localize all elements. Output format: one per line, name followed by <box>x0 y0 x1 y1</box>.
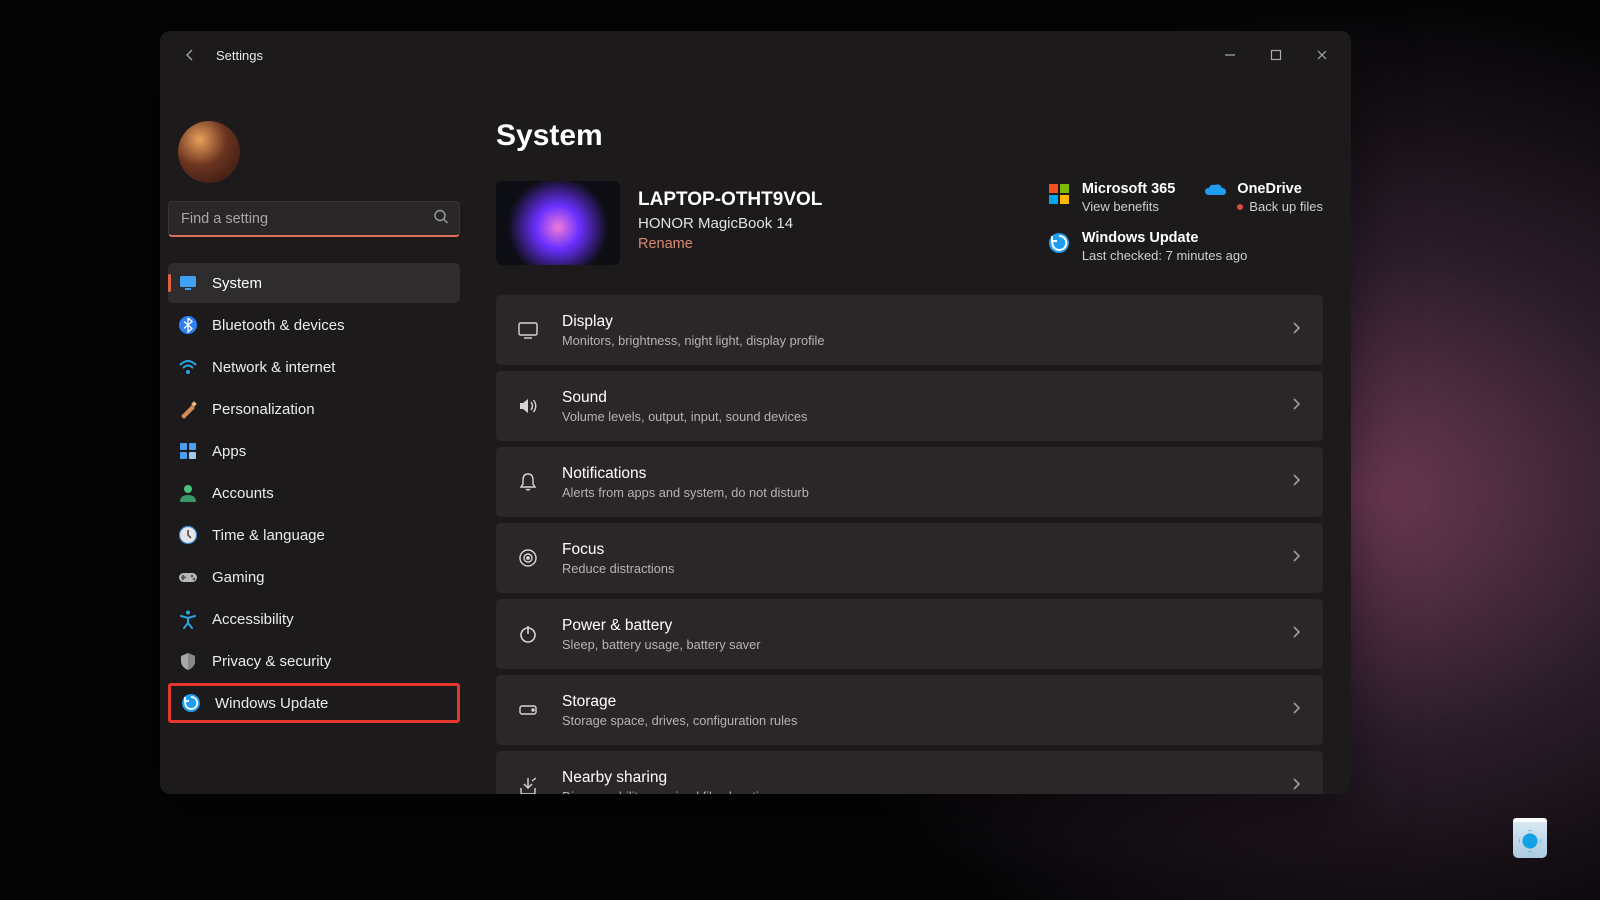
power-icon <box>516 622 540 646</box>
sidebar-item-bluetooth[interactable]: Bluetooth & devices <box>168 305 460 345</box>
sidebar-item-label: Privacy & security <box>212 653 331 670</box>
page-title: System <box>496 119 1323 153</box>
sidebar-item-label: Network & internet <box>212 359 335 376</box>
update-icon <box>181 693 201 713</box>
network-icon <box>178 357 198 377</box>
setting-row-storage[interactable]: StorageStorage space, drives, configurat… <box>496 675 1323 745</box>
microsoft-365-link[interactable]: Microsoft 365 View benefits <box>1048 181 1175 214</box>
chevron-right-icon <box>1289 701 1303 720</box>
search-box[interactable] <box>168 201 460 237</box>
settings-window: Settings System Bluetooth & devices Networ… <box>160 31 1351 794</box>
chevron-right-icon <box>1289 625 1303 644</box>
maximize-button[interactable] <box>1253 39 1299 71</box>
sidebar-item-privacy[interactable]: Privacy & security <box>168 641 460 681</box>
chevron-right-icon <box>1289 321 1303 340</box>
nav-list: System Bluetooth & devices Network & inter… <box>168 263 460 725</box>
warning-dot-icon <box>1237 204 1243 210</box>
title-bar: Settings <box>160 31 1351 79</box>
sidebar-item-label: Accessibility <box>212 611 294 628</box>
sound-icon <box>516 394 540 418</box>
bluetooth-icon <box>178 315 198 335</box>
microsoft-365-icon <box>1048 183 1070 205</box>
setting-row-nearby[interactable]: Nearby sharingDiscoverability, received … <box>496 751 1323 794</box>
setting-row-power[interactable]: Power & batterySleep, battery usage, bat… <box>496 599 1323 669</box>
time-icon <box>178 525 198 545</box>
sidebar-item-label: Windows Update <box>215 695 328 712</box>
search-icon <box>433 208 449 229</box>
back-button[interactable] <box>178 43 202 67</box>
sidebar-item-update[interactable]: Windows Update <box>168 683 460 723</box>
user-avatar[interactable] <box>178 121 240 183</box>
device-summary: LAPTOP-OTHT9VOL HONOR MagicBook 14 Renam… <box>496 181 1323 265</box>
privacy-icon <box>178 651 198 671</box>
personalization-icon <box>178 399 198 419</box>
sidebar-item-network[interactable]: Network & internet <box>168 347 460 387</box>
sidebar-item-label: Personalization <box>212 401 315 418</box>
windows-update-icon <box>1048 232 1070 254</box>
app-title: Settings <box>216 48 263 63</box>
setting-row-notifications[interactable]: NotificationsAlerts from apps and system… <box>496 447 1323 517</box>
setting-row-sound[interactable]: SoundVolume levels, output, input, sound… <box>496 371 1323 441</box>
onedrive-icon <box>1203 183 1225 205</box>
sidebar-item-gaming[interactable]: Gaming <box>168 557 460 597</box>
device-model: HONOR MagicBook 14 <box>638 215 898 232</box>
chevron-right-icon <box>1289 549 1303 568</box>
accounts-icon <box>178 483 198 503</box>
sidebar-item-accessibility[interactable]: Accessibility <box>168 599 460 639</box>
accessibility-icon <box>178 609 198 629</box>
focus-icon <box>516 546 540 570</box>
chevron-right-icon <box>1289 473 1303 492</box>
sidebar-item-label: Time & language <box>212 527 325 544</box>
nearby-icon <box>516 774 540 794</box>
main-panel: System LAPTOP-OTHT9VOL HONOR MagicBook 1… <box>468 79 1351 794</box>
display-icon <box>516 318 540 342</box>
sidebar-item-label: System <box>212 275 262 292</box>
chevron-right-icon <box>1289 397 1303 416</box>
rename-link[interactable]: Rename <box>638 236 898 252</box>
close-button[interactable] <box>1299 39 1345 71</box>
windows-update-link[interactable]: Windows Update Last checked: 7 minutes a… <box>1048 230 1323 263</box>
sidebar-item-accounts[interactable]: Accounts <box>168 473 460 513</box>
sidebar-item-apps[interactable]: Apps <box>168 431 460 471</box>
onedrive-link[interactable]: OneDrive Back up files <box>1203 181 1323 214</box>
sidebar-item-label: Accounts <box>212 485 274 502</box>
device-info: LAPTOP-OTHT9VOL HONOR MagicBook 14 Renam… <box>638 181 898 252</box>
device-name: LAPTOP-OTHT9VOL <box>638 189 898 211</box>
setting-row-focus[interactable]: FocusReduce distractions <box>496 523 1323 593</box>
minimize-button[interactable] <box>1207 39 1253 71</box>
system-icon <box>178 273 198 293</box>
recycle-bin-icon <box>1513 818 1547 858</box>
gaming-icon <box>178 567 198 587</box>
chevron-right-icon <box>1289 777 1303 795</box>
device-thumbnail[interactable] <box>496 181 620 265</box>
setting-row-display[interactable]: DisplayMonitors, brightness, night light… <box>496 295 1323 365</box>
sidebar-item-label: Bluetooth & devices <box>212 317 345 334</box>
sidebar-item-time[interactable]: Time & language <box>168 515 460 555</box>
settings-list: DisplayMonitors, brightness, night light… <box>496 295 1323 794</box>
sidebar-item-personalization[interactable]: Personalization <box>168 389 460 429</box>
recycle-bin[interactable] <box>1508 818 1552 868</box>
search-input[interactable] <box>181 211 423 227</box>
apps-icon <box>178 441 198 461</box>
storage-icon <box>516 698 540 722</box>
sidebar: System Bluetooth & devices Network & inter… <box>160 79 468 794</box>
window-controls <box>1207 39 1345 71</box>
sidebar-item-label: Gaming <box>212 569 265 586</box>
sidebar-item-system[interactable]: System <box>168 263 460 303</box>
notifications-icon <box>516 470 540 494</box>
sidebar-item-label: Apps <box>212 443 246 460</box>
